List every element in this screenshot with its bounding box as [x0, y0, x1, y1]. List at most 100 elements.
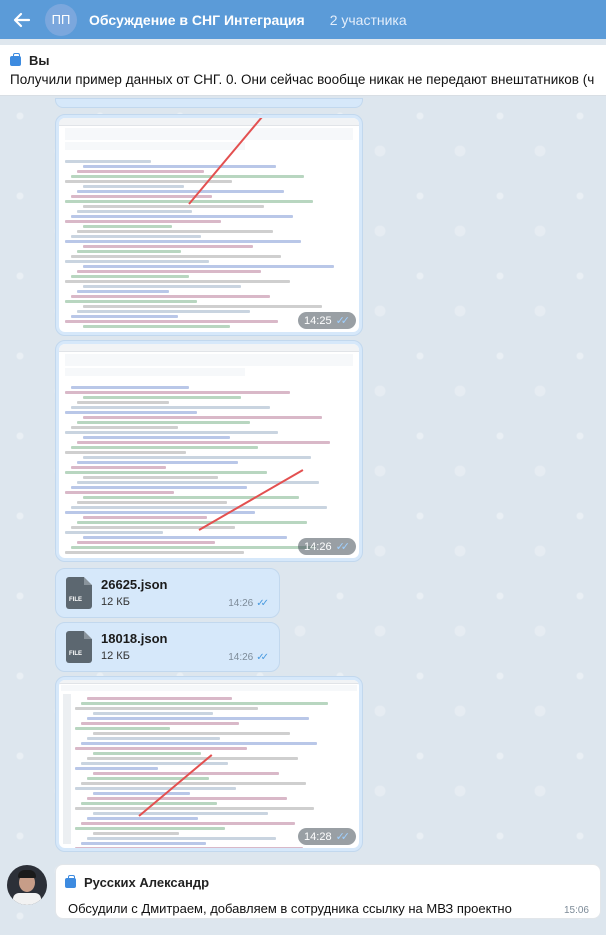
chat-title[interactable]: Обсуждение в СНГ Интеграция: [89, 12, 305, 28]
screenshot-image[interactable]: [59, 680, 359, 848]
code-line: [87, 697, 232, 700]
double-check-icon: ✓✓: [256, 598, 269, 609]
file-icon[interactable]: FILE: [66, 577, 92, 609]
code-line: [75, 727, 170, 730]
code-line: [81, 822, 296, 825]
code-line: [75, 807, 315, 810]
code-line: [65, 300, 198, 303]
code-line: [77, 461, 239, 464]
file-name[interactable]: 26625.json: [101, 577, 168, 592]
double-check-icon: ✓✓: [256, 652, 269, 663]
code-lines: [59, 156, 359, 332]
message-bubble-partial: [55, 98, 363, 108]
code-line: [65, 411, 198, 414]
code-line: [71, 446, 259, 449]
code-line: [77, 290, 170, 293]
incoming-message[interactable]: Русских Александр Обсудили с Дмитраем, д…: [55, 864, 601, 919]
code-line: [77, 541, 216, 544]
code-line: [83, 516, 207, 519]
code-line: [83, 325, 230, 328]
code-line: [93, 812, 269, 815]
message-text: Обсудили с Дмитраем, добавляем в сотрудн…: [68, 901, 512, 916]
file-size: 12 КБ: [101, 650, 130, 662]
code-line: [81, 702, 329, 705]
file-message[interactable]: FILE 26625.json 12 КБ 14:26 ✓✓: [55, 568, 280, 618]
code-line: [83, 265, 334, 268]
code-line: [71, 255, 282, 258]
pinned-message[interactable]: Вы Получили пример данных от СНГ. 0. Они…: [0, 45, 606, 96]
code-line: [83, 476, 219, 479]
code-line: [75, 827, 226, 830]
code-line: [65, 220, 221, 223]
briefcase-icon: [65, 874, 76, 888]
code-line: [65, 531, 163, 534]
chat-avatar[interactable]: ПП: [45, 3, 77, 36]
code-line: [65, 471, 267, 474]
code-line: [77, 190, 285, 193]
code-line: [65, 551, 244, 554]
file-name[interactable]: 18018.json: [101, 631, 168, 646]
image-message[interactable]: 14:28 ✓✓: [55, 676, 363, 852]
code-line: [77, 521, 308, 524]
code-line: [83, 436, 230, 439]
screenshot-image[interactable]: [59, 344, 359, 558]
code-line: [83, 536, 288, 539]
back-button[interactable]: [0, 0, 44, 39]
code-line: [77, 310, 250, 313]
code-line: [81, 742, 318, 745]
message-time: 14:28 ✓✓: [298, 828, 356, 845]
participants-count[interactable]: 2 участника: [330, 12, 407, 28]
code-line: [81, 762, 229, 765]
code-line: [71, 426, 178, 429]
code-line: [77, 421, 250, 424]
message-author[interactable]: Русских Александр: [84, 875, 209, 890]
code-line: [83, 396, 242, 399]
code-lines: [69, 693, 359, 848]
image-message[interactable]: 14:25 ✓✓: [55, 114, 363, 336]
code-line: [71, 315, 178, 318]
double-check-icon: ✓✓: [335, 541, 351, 553]
screenshot-image[interactable]: [59, 118, 359, 332]
code-line: [65, 260, 209, 263]
code-line: [71, 275, 190, 278]
code-line: [83, 305, 323, 308]
code-line: [71, 175, 305, 178]
code-line: [93, 732, 291, 735]
code-line: [71, 526, 236, 529]
code-line: [71, 506, 328, 509]
pinned-author: Вы: [29, 53, 50, 68]
file-message[interactable]: FILE 18018.json 12 КБ 14:26 ✓✓: [55, 622, 280, 672]
code-line: [81, 782, 307, 785]
code-line: [77, 250, 181, 253]
code-line: [77, 230, 273, 233]
code-line: [71, 195, 213, 198]
code-line: [87, 797, 288, 800]
code-line: [77, 270, 262, 273]
code-line: [81, 842, 207, 845]
code-line: [71, 486, 247, 489]
code-line: [83, 456, 311, 459]
code-line: [77, 441, 331, 444]
code-line: [65, 451, 186, 454]
code-line: [65, 280, 290, 283]
image-message[interactable]: 14:26 ✓✓: [55, 340, 363, 562]
code-line: [71, 235, 201, 238]
file-icon[interactable]: FILE: [66, 631, 92, 663]
code-line: [87, 837, 277, 840]
code-line: [75, 847, 303, 848]
code-line: [75, 747, 248, 750]
code-line: [77, 501, 227, 504]
code-line: [77, 210, 193, 213]
avatar[interactable]: [7, 865, 47, 905]
arrow-left-icon: [13, 12, 31, 27]
code-line: [81, 722, 240, 725]
message-time: 14:26 ✓✓: [228, 598, 269, 609]
code-line: [71, 546, 316, 549]
code-line: [75, 767, 159, 770]
message-time: 14:26 ✓✓: [298, 538, 356, 555]
code-line: [87, 737, 221, 740]
code-line: [83, 496, 299, 499]
code-line: [77, 401, 170, 404]
code-line: [83, 416, 323, 419]
briefcase-icon: [10, 52, 21, 66]
